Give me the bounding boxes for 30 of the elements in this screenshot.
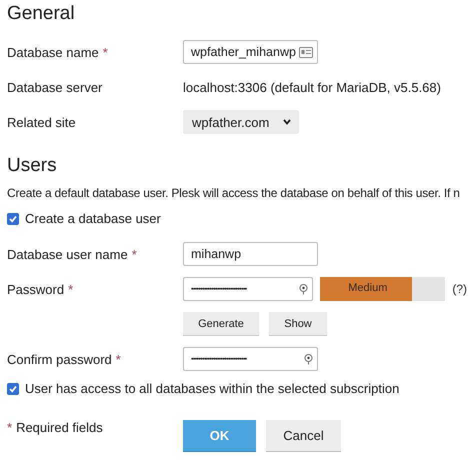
checkbox-label: Create a database user xyxy=(25,211,161,226)
strength-label: Medium xyxy=(347,282,388,294)
required-mark: * xyxy=(7,420,12,435)
description-text: Create a default database user. Plesk will access the database on behalf of this user. If n xyxy=(7,186,461,200)
server-value: localhost:3306 (default for MariaDB, v5.5.68) xyxy=(183,80,441,94)
field-label: Database user name xyxy=(7,246,128,262)
related-site-select[interactable]: wpfather.com xyxy=(183,110,300,134)
chevron-down-icon xyxy=(283,119,292,125)
generate-button[interactable]: Generate xyxy=(183,312,259,336)
field-label: Database name xyxy=(7,44,99,60)
checkbox[interactable] xyxy=(7,382,19,394)
field-label: Related site xyxy=(7,114,76,130)
section-heading: Users xyxy=(7,154,58,178)
required-mark: * xyxy=(116,352,121,366)
field-label: Database server xyxy=(7,80,102,94)
checkbox-label: User has access to all databases within the selected subscription xyxy=(25,381,400,396)
database-name-field[interactable]: wpfather_mihanwp xyxy=(183,40,318,64)
cancel-button[interactable]: Cancel xyxy=(266,420,341,452)
required-mark: * xyxy=(132,246,137,262)
required-fields-note: Required fields xyxy=(16,420,103,435)
field-label: Confirm password xyxy=(7,352,112,366)
help-link[interactable]: (?) xyxy=(452,282,467,296)
section-heading: General xyxy=(7,2,76,26)
user-name-field[interactable]: mihanwp xyxy=(183,242,318,266)
field-label: Password xyxy=(7,282,64,296)
checkbox[interactable] xyxy=(7,212,19,224)
show-button[interactable]: Show xyxy=(269,312,327,336)
required-mark: * xyxy=(102,44,108,60)
contact-card-icon xyxy=(299,46,313,58)
required-mark: * xyxy=(68,282,74,296)
